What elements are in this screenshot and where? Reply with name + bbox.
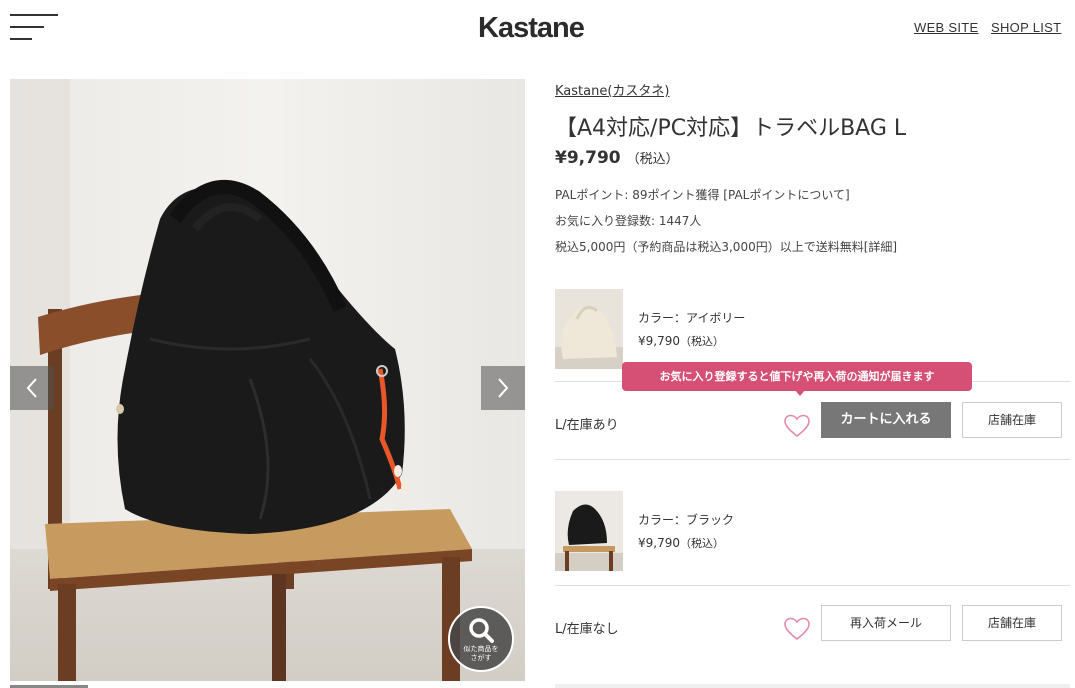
chevron-right-icon: [498, 378, 509, 398]
add-to-cart-button[interactable]: カートに入れる: [821, 402, 951, 438]
variant-color-label: カラー：ブラック: [638, 513, 735, 527]
divider: [555, 684, 1070, 688]
product-image-gallery: 似た商品を さがす: [10, 79, 525, 681]
variant-ivory: カラー：アイボリー ¥9,790（税込）: [555, 289, 1070, 369]
image-prev-button[interactable]: [10, 366, 54, 410]
store-stock-button[interactable]: 店舗在庫: [962, 605, 1062, 641]
pal-points[interactable]: PALポイント: 89ポイント獲得 [PALポイントについて]: [555, 186, 850, 203]
website-link[interactable]: WEB SITE: [914, 20, 979, 35]
size-stock-label: L/在庫なし: [555, 622, 619, 637]
divider: [555, 585, 1070, 586]
divider: [555, 459, 1070, 460]
heart-icon[interactable]: [784, 414, 810, 438]
tax-label: （税込）: [626, 152, 679, 167]
product-photo: [10, 79, 525, 681]
size-stock-label: L/在庫あり: [555, 418, 619, 433]
shipping-info[interactable]: 税込5,000円（予約商品は税込3,000円）以上で送料無料[詳細]: [555, 238, 897, 255]
chevron-left-icon: [26, 378, 37, 398]
brand-link[interactable]: Kastane(カスタネ): [555, 80, 669, 99]
search-icon: [469, 618, 494, 643]
heart-icon[interactable]: [784, 617, 810, 641]
variant-thumbnail-black[interactable]: [555, 491, 623, 571]
variant-price: ¥9,790（税込）: [638, 536, 724, 550]
image-next-button[interactable]: [481, 366, 525, 410]
variant-black: カラー：ブラック ¥9,790（税込）: [555, 491, 1070, 571]
product-price: ¥9,790: [555, 148, 621, 168]
product-title: 【A4対応/PC対応】トラベルBAG L: [555, 116, 907, 141]
tooltip-arrow: [795, 390, 805, 396]
site-logo[interactable]: Kastane: [478, 12, 585, 45]
similar-items-button[interactable]: 似た商品を さがす: [448, 606, 514, 672]
store-stock-button[interactable]: 店舗在庫: [962, 402, 1062, 438]
shop-list-link[interactable]: SHOP LIST: [991, 20, 1061, 35]
variant-thumbnail-ivory[interactable]: [555, 289, 623, 369]
hamburger-menu-icon[interactable]: [10, 14, 58, 42]
site-header: Kastane WEB SITE SHOP LIST: [0, 0, 1075, 60]
favorite-count: お気に入り登録数: 1447人: [555, 214, 702, 228]
similar-items-label: 似た商品を さがす: [463, 645, 499, 662]
variant-price: ¥9,790（税込）: [638, 334, 724, 348]
variant-color-label: カラー：アイボリー: [638, 311, 746, 325]
price-row: ¥9,790 （税込）: [555, 148, 679, 168]
favorite-tooltip: お気に入り登録すると値下げや再入荷の通知が届きます: [622, 362, 972, 391]
restock-mail-button[interactable]: 再入荷メール: [821, 605, 951, 641]
